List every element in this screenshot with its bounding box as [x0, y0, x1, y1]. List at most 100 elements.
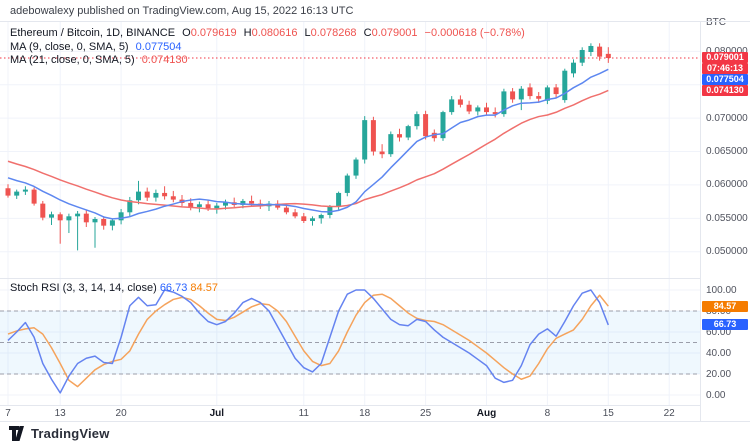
candle: [527, 87, 533, 97]
candle: [283, 207, 289, 213]
stoch-d-value: 84.57: [190, 282, 218, 294]
candle: [14, 191, 20, 196]
candle: [214, 205, 220, 209]
ohlc-high-label: H: [243, 27, 252, 39]
candle: [414, 114, 420, 127]
candle: [31, 189, 37, 204]
candle: [153, 192, 159, 198]
price-axis-badge: 0.079001: [702, 52, 748, 64]
candle: [301, 216, 307, 221]
stoch-rsi-legend[interactable]: Stoch RSI (3, 3, 14, 14, close) 66.73 84…: [10, 282, 218, 294]
candle: [318, 214, 324, 219]
candle: [249, 200, 255, 204]
legend-line-ma21: MA (21, close, 0, SMA, 5) 0.074130: [10, 54, 525, 68]
candle: [205, 204, 211, 209]
ohlc-close-label: C: [363, 27, 372, 39]
time-axis-separator: [0, 405, 700, 406]
candle: [118, 212, 124, 221]
candle: [5, 188, 11, 196]
candle: [144, 191, 150, 198]
ohlc-close-value: 0.079001: [371, 27, 418, 39]
chart-bottom-border: [0, 421, 750, 422]
candle: [510, 91, 516, 100]
chart-top-border: [0, 21, 750, 22]
price-tick-label: 0.050000: [706, 246, 748, 258]
time-tick-label: Aug: [476, 408, 497, 419]
candle: [310, 218, 315, 221]
price-axis-currency: BTC: [706, 17, 726, 28]
ma21-line: [7, 89, 609, 210]
price-tick-label: 0.060000: [706, 179, 748, 191]
ma9-line: [7, 68, 609, 220]
time-tick-label: 13: [54, 408, 66, 419]
candle: [40, 203, 46, 218]
symbol-legend[interactable]: Ethereum / Bitcoin, 1D, BINANCE O0.07961…: [10, 27, 525, 68]
candle: [597, 46, 603, 57]
candle: [362, 120, 368, 160]
stoch-axis-badge: 66.73: [702, 319, 748, 331]
candle: [449, 99, 455, 113]
candle: [344, 175, 350, 193]
candle: [571, 62, 576, 74]
candle: [379, 151, 385, 155]
candle: [336, 192, 342, 207]
ohlc-high-value: 0.080616: [251, 27, 298, 39]
candle: [484, 107, 489, 113]
watermark-text: TradingView: [31, 426, 110, 441]
time-tick-label: 22: [663, 408, 675, 419]
candle: [49, 214, 54, 218]
time-tick-label: 15: [602, 408, 614, 419]
tradingview-logo-icon: [9, 426, 24, 441]
time-tick-label: Jul: [209, 408, 225, 419]
stoch-tick-label: 100.00: [706, 284, 737, 296]
candle: [553, 87, 559, 95]
candle: [353, 159, 359, 176]
time-tick-label: 18: [359, 408, 371, 419]
price-axis-badge: 0.077504: [702, 74, 748, 86]
price-axis-badge: 0.074130: [702, 85, 748, 97]
ohlc-low-value: 0.078268: [310, 27, 357, 39]
candle: [109, 220, 115, 226]
price-tick-label: 0.055000: [706, 212, 748, 224]
time-tick-label: 7: [5, 408, 11, 419]
price-tick-label: 0.065000: [706, 146, 748, 158]
ma21-label: MA (21, close, 0, SMA, 5): [10, 54, 135, 66]
candle: [536, 96, 542, 99]
candle: [457, 99, 463, 105]
stoch-axis-badge: 84.57: [702, 300, 748, 312]
ohlc-open-label: O: [182, 27, 191, 39]
time-tick-label: 20: [115, 408, 127, 419]
candle: [327, 206, 333, 215]
candle: [423, 114, 429, 137]
stoch-tick-label: 0.00: [706, 389, 726, 401]
stoch-tick-label: 40.00: [706, 347, 732, 359]
candle: [588, 45, 594, 52]
pane-separator[interactable]: [0, 278, 700, 279]
price-axis-separator: [700, 21, 701, 421]
legend-line-ma9: MA (9, close, 0, SMA, 5) 0.077504: [10, 41, 525, 55]
price-tick-label: 0.070000: [706, 112, 748, 124]
stoch-tick-label: 20.00: [706, 368, 732, 380]
tradingview-published-chart: adebowalexy published on TradingView.com…: [0, 0, 750, 446]
candle: [75, 213, 81, 217]
ohlc-open-value: 0.079619: [190, 27, 237, 39]
candle: [22, 189, 28, 192]
time-tick-label: 25: [420, 408, 432, 419]
time-tick-label: 8: [544, 408, 551, 419]
ma21-value: 0.074130: [141, 54, 188, 66]
candle: [57, 214, 63, 221]
stoch-rsi-label: Stoch RSI (3, 3, 14, 14, close): [10, 282, 157, 294]
candle: [196, 204, 202, 207]
symbol-title: Ethereum / Bitcoin, 1D, BINANCE: [10, 27, 176, 39]
tradingview-watermark[interactable]: TradingView: [9, 426, 110, 441]
candle: [162, 192, 168, 197]
candle: [562, 70, 568, 101]
candle: [92, 218, 98, 223]
stoch-k-value: 66.73: [159, 282, 188, 294]
candle: [466, 104, 472, 112]
candle: [370, 120, 376, 152]
candle: [605, 53, 611, 58]
candle: [579, 49, 585, 63]
candle: [397, 134, 402, 138]
candle: [83, 213, 89, 223]
